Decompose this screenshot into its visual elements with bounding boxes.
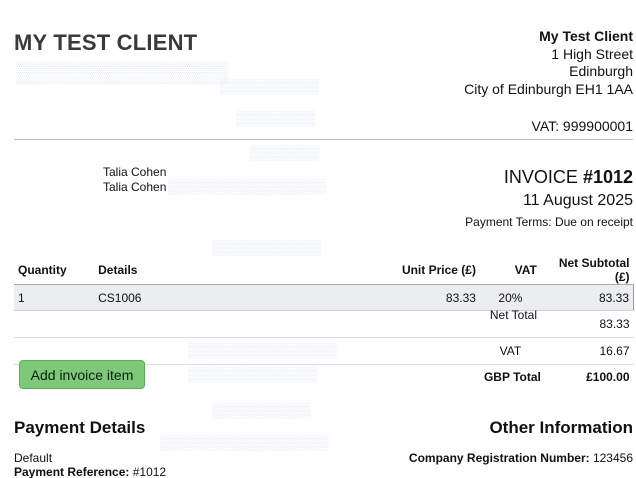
col-net-subtotal: Net Subtotal (£) [540, 256, 634, 285]
table-header-row: Quantity Details Unit Price (£) VAT Net … [14, 256, 634, 285]
net-total-value: 83.33 [540, 310, 634, 338]
company-vat-number: VAT: 999900001 [531, 118, 633, 134]
registration-label: Company Registration Number: [408, 451, 590, 465]
payment-terms: Payment Terms: Due on receipt [465, 215, 633, 229]
gbp-total-value: £100.00 [586, 369, 630, 384]
company-region-postcode: City of Edinburgh EH1 1AA [464, 80, 633, 97]
vat-total-value: 16.67 [540, 337, 634, 365]
payment-reference-value: #1012 [132, 465, 167, 478]
invoice-number: #1012 [582, 167, 633, 187]
table-row[interactable]: 1 CS1006 83.33 20% 83.33 [14, 284, 634, 311]
invoice-label: INVOICE [503, 167, 583, 187]
recipient-name: Talia Cohen [103, 165, 167, 179]
row-net-subtotal: 83.33 [540, 284, 634, 311]
col-unit-price: Unit Price (£) [309, 256, 480, 285]
company-address-line1: 1 High Street [551, 45, 633, 62]
client-title: MY TEST CLIENT [14, 30, 198, 55]
invoice-date: 11 August 2025 [522, 192, 633, 209]
invoice-header: INVOICE #1012 11 August 2025 Payment Ter… [465, 167, 633, 229]
header-divider [14, 139, 633, 140]
watermark-text: ▒▒▒▒▒▒▒▒▒▒ [220, 78, 320, 94]
row-unit-price: 83.33 [309, 284, 480, 311]
watermark-text: ▒▒▒▒▒▒▒▒▒▒ [212, 402, 312, 418]
row-quantity: 1 [14, 284, 95, 311]
company-registration: Company Registration Number: 123456 [409, 451, 633, 465]
add-invoice-item-button[interactable]: Add invoice item [19, 360, 145, 389]
gbp-total-label: GBP Total [483, 369, 541, 384]
other-information-title: Other Information [489, 418, 633, 437]
col-details: Details [94, 256, 310, 285]
watermark-text: ▒▒▒▒▒▒▒▒▒▒▒ [212, 239, 322, 255]
invoice-title: INVOICE #1012 [465, 167, 633, 188]
watermark-text: ▒▒▒▒▒▒▒ [250, 144, 320, 160]
payment-method: Default [14, 451, 53, 465]
watermark-text: ▒▒▒▒▒▒▒▒▒▒▒▒▒▒▒ [16, 62, 229, 84]
company-city: Edinburgh [569, 63, 633, 79]
company-name: My Test Client [539, 28, 633, 44]
vat-total-label: VAT [479, 337, 541, 365]
col-quantity: Quantity [14, 256, 95, 285]
net-total-row: 83.33 [14, 310, 634, 338]
watermark-text: ▒▒▒▒▒▒▒▒ [236, 110, 316, 126]
row-details: CS1006 [94, 284, 310, 311]
watermark-text: ▒▒▒▒▒▒▒▒▒▒▒▒▒▒▒▒▒ [160, 434, 329, 450]
watermark-text: ▒▒▒▒▒▒▒▒▒▒▒▒▒▒▒▒ [168, 178, 327, 194]
payment-details-title: Payment Details [14, 418, 146, 437]
row-vat: 20% [479, 284, 541, 311]
registration-value: 123456 [592, 451, 633, 465]
recipient-contact: Talia Cohen [103, 179, 167, 194]
col-vat: VAT [479, 256, 541, 285]
recipient-block: Talia Cohen Talia Cohen [103, 165, 166, 194]
payment-reference: Payment Reference: #1012 [14, 465, 166, 478]
company-address-block: My Test Client 1 High Street Edinburgh C… [464, 28, 633, 136]
payment-reference-label: Payment Reference: [14, 465, 130, 478]
net-total-label-text: Net Total [489, 308, 537, 322]
